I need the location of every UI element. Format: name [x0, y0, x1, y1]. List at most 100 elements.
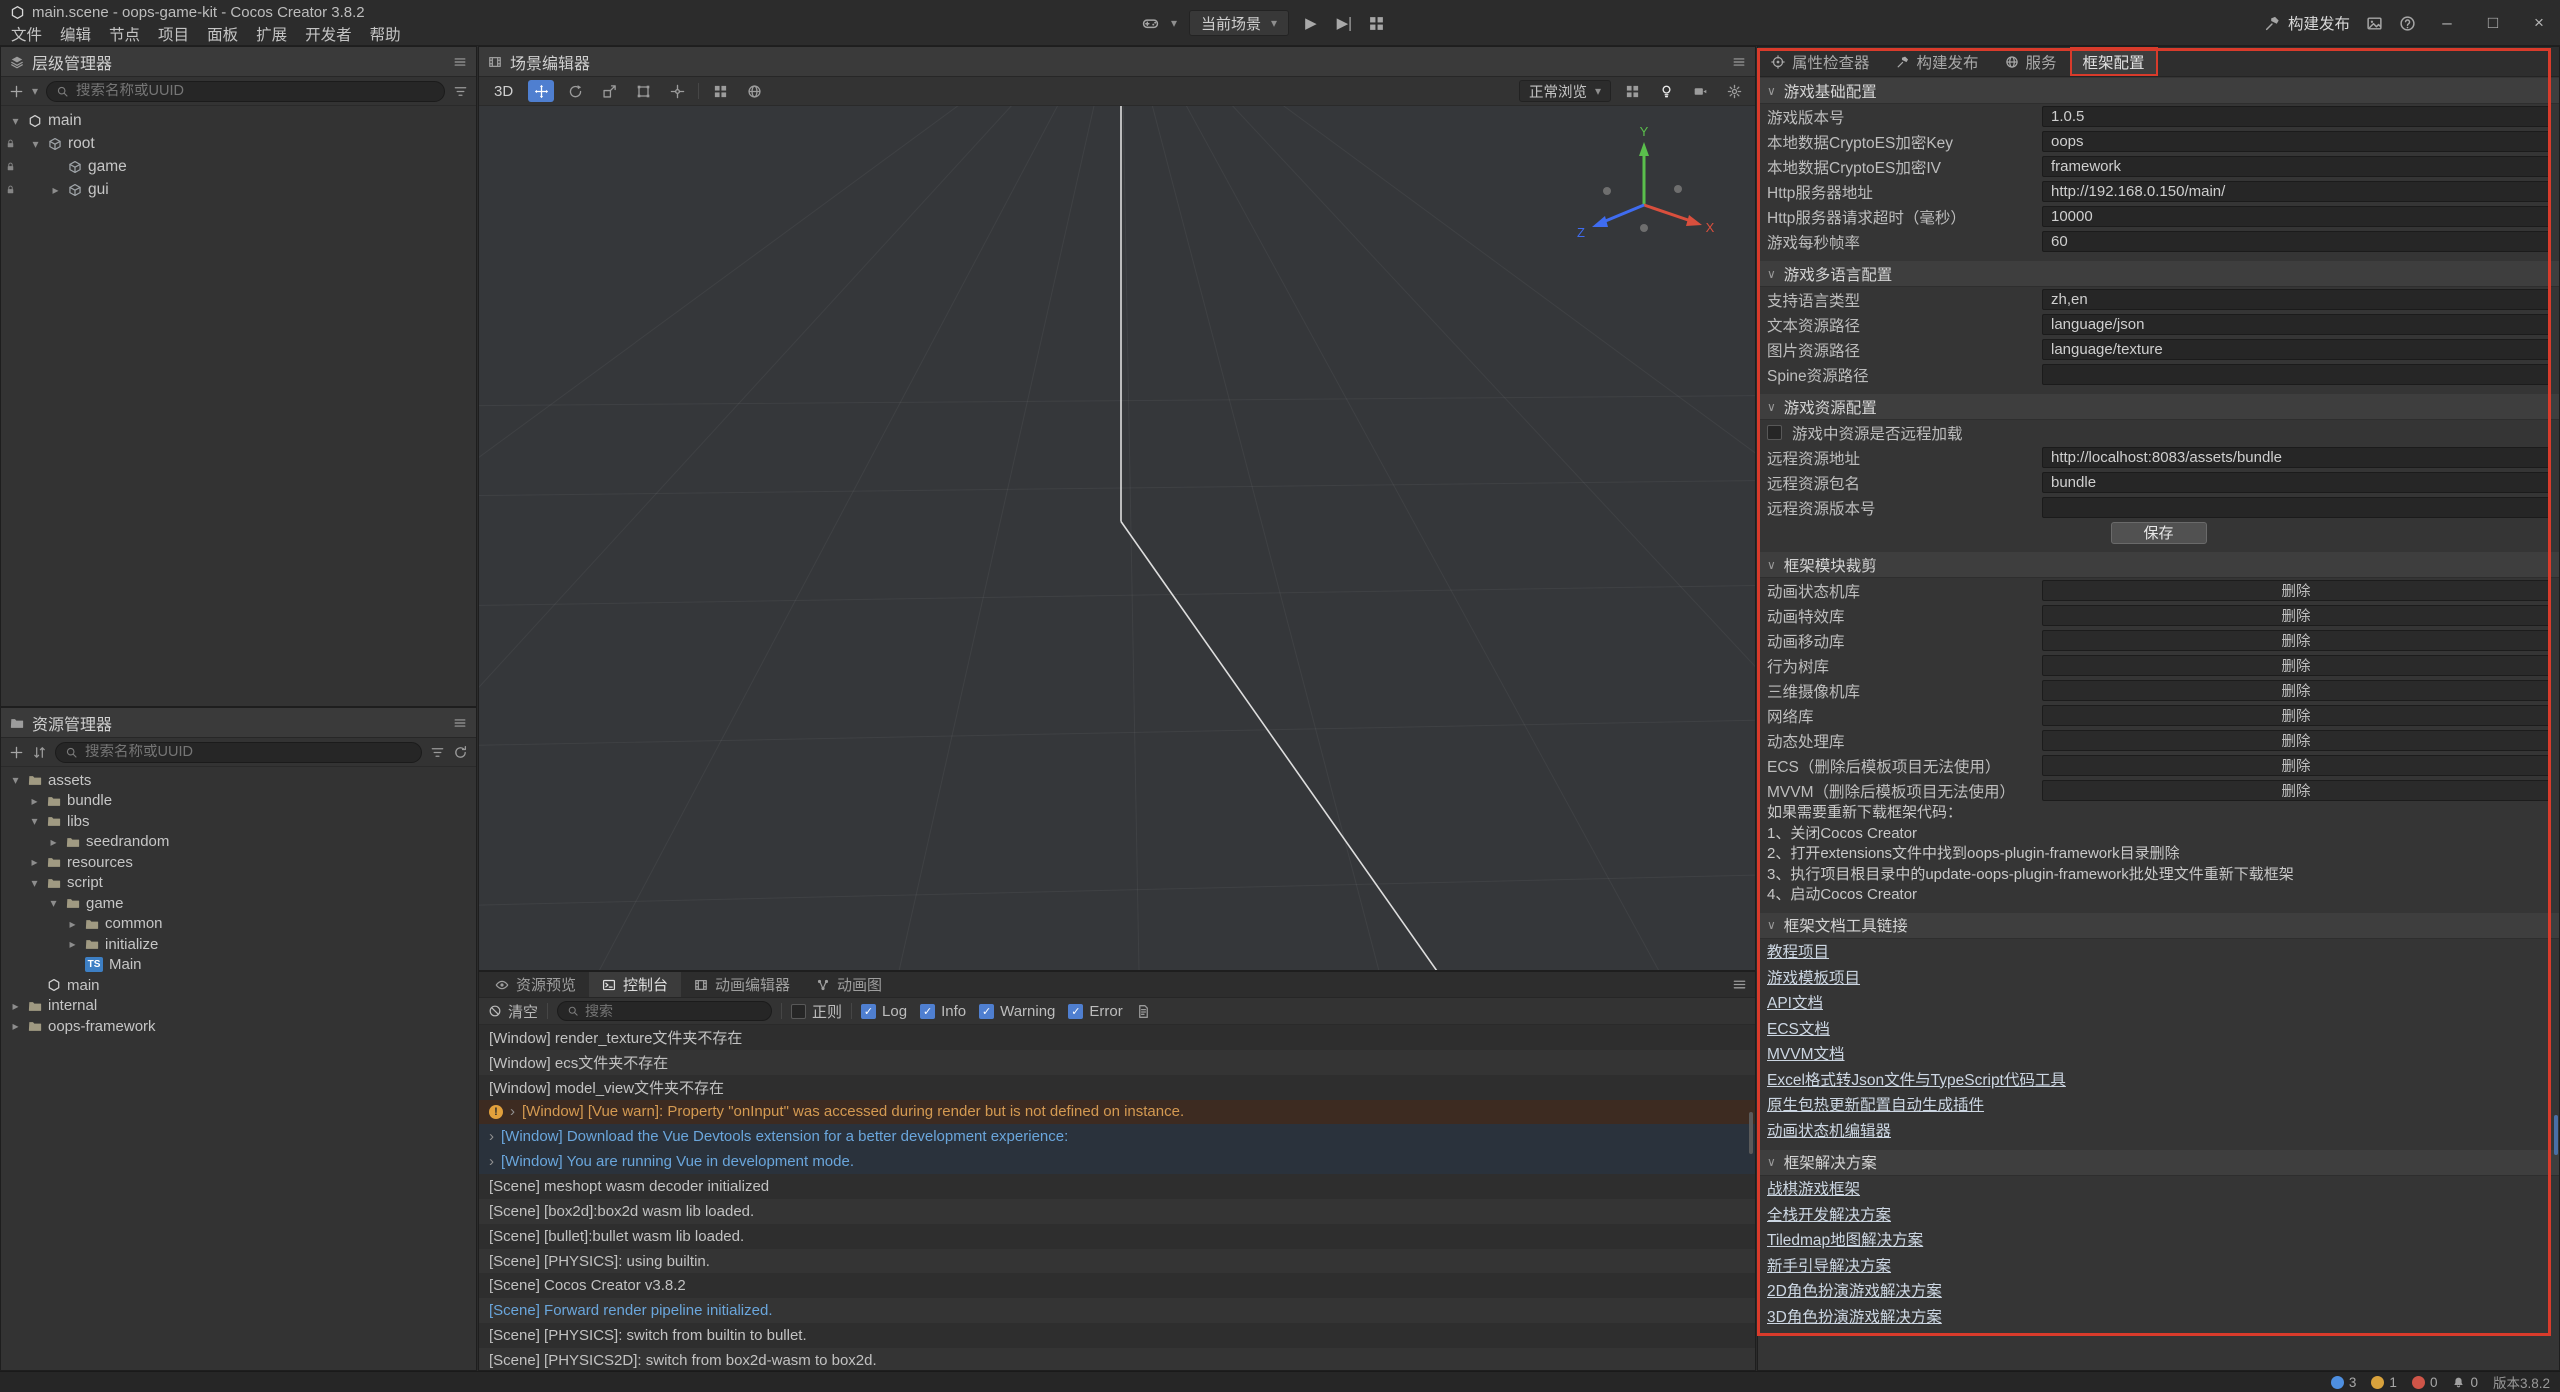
- collapse-arrow-icon[interactable]: ▾: [28, 876, 41, 890]
- section-header-框架文档工具链接[interactable]: ∨框架文档工具链接: [1758, 913, 2559, 939]
- inspector-tab-构建发布[interactable]: 构建发布: [1883, 47, 1992, 76]
- tree-node-root[interactable]: ▾root: [1, 132, 476, 155]
- expand-arrow-icon[interactable]: ▸: [66, 937, 79, 951]
- console-tab-资源预览[interactable]: 资源预览: [482, 972, 589, 997]
- input-本地数据CryptoES加密Key[interactable]: [2042, 131, 2550, 152]
- input-文本资源路径[interactable]: [2042, 314, 2550, 335]
- tree-node-main[interactable]: main: [1, 975, 476, 996]
- scene-canvas[interactable]: [479, 106, 1755, 970]
- assets-header[interactable]: 资源管理器: [1, 708, 476, 738]
- link-游戏模板项目[interactable]: 游戏模板项目: [1758, 964, 2559, 990]
- expand-arrow-icon[interactable]: ▸: [9, 1019, 22, 1033]
- stats-toggle-button[interactable]: [1619, 80, 1645, 102]
- panel-menu-icon[interactable]: [453, 55, 467, 69]
- delete-button[interactable]: 删除: [2042, 730, 2550, 751]
- delete-button[interactable]: 删除: [2042, 630, 2550, 651]
- inspector-tab-框架配置[interactable]: 框架配置: [2070, 47, 2158, 76]
- view-mode-select[interactable]: 正常浏览 ▾: [1519, 80, 1611, 102]
- close-button[interactable]: ×: [2524, 13, 2554, 33]
- menu-项目[interactable]: 项目: [149, 23, 198, 45]
- regex-checkbox[interactable]: [791, 1004, 806, 1019]
- panel-menu-icon[interactable]: [1732, 55, 1746, 69]
- collapse-arrow-icon[interactable]: ▾: [29, 137, 42, 151]
- minimize-button[interactable]: –: [2432, 13, 2462, 33]
- tree-node-script[interactable]: ▾script: [1, 873, 476, 894]
- save-button[interactable]: 保存: [2111, 522, 2207, 544]
- link-动画状态机编辑器[interactable]: 动画状态机编辑器: [1758, 1117, 2559, 1143]
- filter-Error[interactable]: ✓Error: [1068, 1003, 1122, 1020]
- tree-node-seedrandom[interactable]: ▸seedrandom: [1, 832, 476, 853]
- tree-node-libs[interactable]: ▾libs: [1, 811, 476, 832]
- assets-search[interactable]: [55, 742, 422, 763]
- collapse-arrow-icon[interactable]: ▾: [9, 114, 22, 128]
- input-Spine资源路径[interactable]: [2042, 364, 2550, 385]
- link-战棋游戏框架[interactable]: 战棋游戏框架: [1758, 1176, 2559, 1202]
- panel-menu-icon[interactable]: [453, 716, 467, 730]
- delete-button[interactable]: 删除: [2042, 680, 2550, 701]
- checkbox-Error[interactable]: ✓: [1068, 1004, 1083, 1019]
- play-button[interactable]: ▶: [1301, 14, 1321, 32]
- help-icon[interactable]: [2399, 15, 2416, 32]
- link-2D角色扮演游戏解决方案[interactable]: 2D角色扮演游戏解决方案: [1758, 1278, 2559, 1304]
- link-3D角色扮演游戏解决方案[interactable]: 3D角色扮演游戏解决方案: [1758, 1303, 2559, 1329]
- move-tool-button[interactable]: [528, 80, 554, 102]
- regex-toggle[interactable]: 正则: [791, 1001, 842, 1022]
- delete-button[interactable]: 删除: [2042, 605, 2550, 626]
- section-header-游戏多语言配置[interactable]: ∨游戏多语言配置: [1758, 261, 2559, 287]
- input-支持语言类型[interactable]: [2042, 289, 2550, 310]
- expand-chevron-icon[interactable]: ›: [489, 1153, 494, 1170]
- menu-帮助[interactable]: 帮助: [361, 23, 410, 45]
- expand-arrow-icon[interactable]: ▸: [28, 794, 41, 808]
- input-本地数据CryptoES加密IV[interactable]: [2042, 156, 2550, 177]
- section-header-游戏资源配置[interactable]: ∨游戏资源配置: [1758, 394, 2559, 420]
- console-tab-动画编辑器[interactable]: 动画编辑器: [681, 972, 803, 997]
- checkbox-游戏中资源是否远程加载[interactable]: [1767, 425, 1782, 440]
- input-远程资源版本号[interactable]: [2042, 497, 2550, 518]
- tree-node-initialize[interactable]: ▸initialize: [1, 934, 476, 955]
- menu-面板[interactable]: 面板: [198, 23, 247, 45]
- console-tab-动画图[interactable]: 动画图: [803, 972, 895, 997]
- scene-select[interactable]: 当前场景 ▾: [1189, 10, 1289, 36]
- input-图片资源路径[interactable]: [2042, 339, 2550, 360]
- link-新手引导解决方案[interactable]: 新手引导解决方案: [1758, 1252, 2559, 1278]
- scale-tool-button[interactable]: [596, 80, 622, 102]
- input-远程资源包名[interactable]: [2042, 472, 2550, 493]
- gizmo-x-label[interactable]: X: [1706, 220, 1715, 235]
- tree-node-game[interactable]: ▾game: [1, 893, 476, 914]
- hierarchy-search-input[interactable]: [76, 83, 435, 99]
- console-scrollbar[interactable]: [1749, 1112, 1753, 1154]
- hierarchy-search[interactable]: [46, 81, 445, 102]
- delete-button[interactable]: 删除: [2042, 780, 2550, 801]
- expand-arrow-icon[interactable]: ▸: [47, 835, 60, 849]
- scene-settings-button[interactable]: [1721, 80, 1747, 102]
- tree-node-oops-framework[interactable]: ▸oops-framework: [1, 1016, 476, 1037]
- tree-node-Main[interactable]: TSMain: [1, 955, 476, 976]
- link-Excel格式转Json文件与TypeScript代码工具[interactable]: Excel格式转Json文件与TypeScript代码工具: [1758, 1066, 2559, 1092]
- build-publish-button[interactable]: 构建发布: [2264, 12, 2350, 34]
- menu-开发者[interactable]: 开发者: [296, 23, 361, 45]
- gizmo-z-label[interactable]: Z: [1577, 225, 1585, 240]
- layout-grid-icon[interactable]: [1368, 15, 1385, 32]
- open-log-file-icon[interactable]: [1136, 1004, 1151, 1019]
- status-notice-badge[interactable]: 0: [2452, 1375, 2478, 1390]
- rect-tool-button[interactable]: [630, 80, 656, 102]
- axis-gizmo[interactable]: Y X Z: [1569, 120, 1719, 270]
- inspector-tab-服务[interactable]: 服务: [1992, 47, 2070, 76]
- link-全栈开发解决方案[interactable]: 全栈开发解决方案: [1758, 1201, 2559, 1227]
- console-search-input[interactable]: [585, 1003, 762, 1019]
- status-info-badge[interactable]: 3: [2331, 1375, 2357, 1390]
- expand-arrow-icon[interactable]: ▸: [66, 917, 79, 931]
- filter-icon[interactable]: [453, 84, 468, 99]
- light-toggle-button[interactable]: [1653, 80, 1679, 102]
- assets-search-input[interactable]: [85, 744, 412, 760]
- rotate-tool-button[interactable]: [562, 80, 588, 102]
- tree-node-common[interactable]: ▸common: [1, 914, 476, 935]
- hierarchy-header[interactable]: 层级管理器: [1, 47, 476, 77]
- section-header-框架解决方案[interactable]: ∨框架解决方案: [1758, 1150, 2559, 1176]
- filter-Log[interactable]: ✓Log: [861, 1003, 907, 1020]
- filter-icon[interactable]: [430, 745, 445, 760]
- tree-node-internal[interactable]: ▸internal: [1, 996, 476, 1017]
- scene-viewport[interactable]: Y X Z: [479, 106, 1755, 970]
- panel-menu-icon[interactable]: [1732, 977, 1747, 992]
- collapse-arrow-icon[interactable]: ▾: [47, 896, 60, 910]
